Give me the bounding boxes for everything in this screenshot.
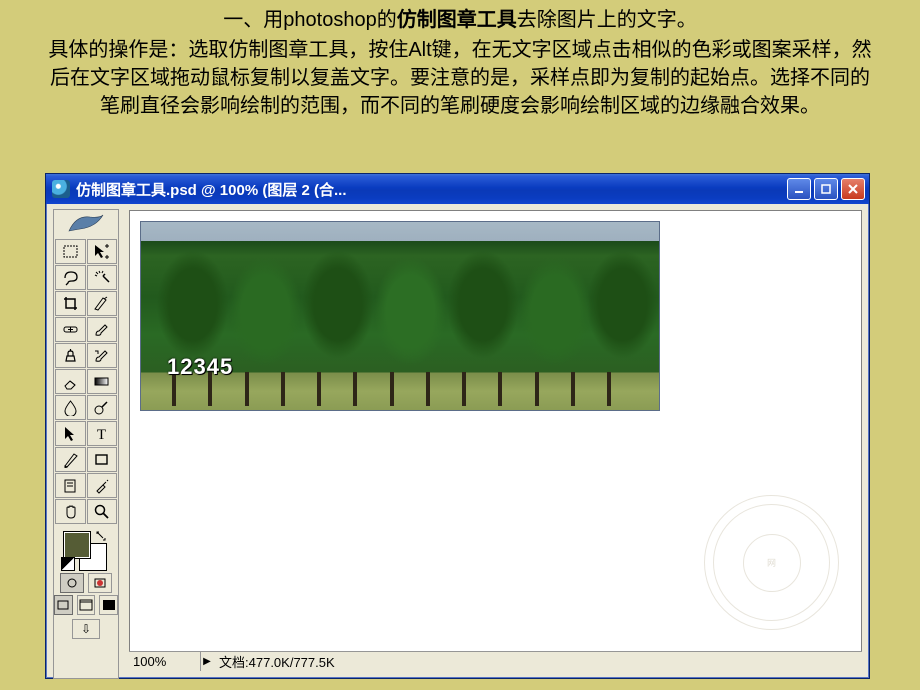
heading-suffix: 去除图片上的文字。: [517, 9, 697, 31]
doc-value: 477.0K/777.5K: [249, 655, 335, 670]
screen-standard-button[interactable]: [54, 595, 73, 615]
tool-slice[interactable]: [87, 291, 118, 316]
jump-to-button[interactable]: ⇩: [72, 619, 100, 639]
foreground-color-swatch[interactable]: [63, 531, 91, 559]
maximize-button[interactable]: [814, 178, 838, 200]
close-button[interactable]: [841, 178, 865, 200]
window-titlebar[interactable]: 仿制图章工具.psd @ 100% (图层 2 (合...: [46, 174, 869, 204]
tool-history-brush[interactable]: [87, 343, 118, 368]
tool-lasso[interactable]: [55, 265, 86, 290]
tool-eyedropper[interactable]: [87, 473, 118, 498]
image-canvas[interactable]: 12345: [140, 221, 660, 411]
tool-shape[interactable]: [87, 447, 118, 472]
doc-label: 文档:: [219, 655, 249, 670]
doc-size-info: 文档:477.0K/777.5K: [213, 652, 335, 671]
article-heading: 一、用photoshop的仿制图章工具去除图片上的文字。: [42, 6, 878, 34]
window-title: 仿制图章工具.psd @ 100% (图层 2 (合...: [76, 179, 347, 200]
tool-brush[interactable]: [87, 317, 118, 342]
tool-pen[interactable]: [55, 447, 86, 472]
default-colors-icon[interactable]: [61, 557, 75, 571]
photoshop-logo-icon: [54, 210, 118, 238]
standard-mode-button[interactable]: [60, 573, 84, 593]
app-icon: [52, 180, 70, 198]
tool-eraser[interactable]: [55, 369, 86, 394]
document-area[interactable]: 12345 网: [129, 210, 862, 671]
zoom-level[interactable]: 100%: [129, 652, 201, 671]
status-bar: 100% ▶ 文档:477.0K/777.5K: [129, 651, 862, 671]
tool-type[interactable]: T: [87, 421, 118, 446]
screen-full-button[interactable]: [99, 595, 118, 615]
heading-bold: 仿制图章工具: [397, 9, 517, 31]
tool-move[interactable]: [87, 239, 118, 264]
tool-hand[interactable]: [55, 499, 86, 524]
status-triangle-icon[interactable]: ▶: [201, 656, 213, 667]
tool-crop[interactable]: [55, 291, 86, 316]
quickmask-mode-button[interactable]: [88, 573, 112, 593]
swap-colors-icon[interactable]: [95, 529, 107, 541]
photoshop-window: 仿制图章工具.psd @ 100% (图层 2 (合... T: [45, 173, 870, 679]
tool-notes[interactable]: [55, 473, 86, 498]
tool-blur[interactable]: [55, 395, 86, 420]
tool-zoom[interactable]: [87, 499, 118, 524]
image-overlay-text: 12345: [167, 354, 233, 380]
article-text: 一、用photoshop的仿制图章工具去除图片上的文字。 具体的操作是：选取仿制…: [0, 0, 920, 120]
minimize-button[interactable]: [787, 178, 811, 200]
tool-gradient[interactable]: [87, 369, 118, 394]
tool-path-select[interactable]: [55, 421, 86, 446]
toolbox-panel: T ⇩: [53, 209, 119, 679]
tool-healing[interactable]: [55, 317, 86, 342]
watermark-center: 网: [743, 534, 801, 592]
tool-clone-stamp[interactable]: [55, 343, 86, 368]
tool-magic-wand[interactable]: [87, 265, 118, 290]
tool-dodge[interactable]: [87, 395, 118, 420]
heading-prefix: 一、用photoshop的: [223, 9, 396, 31]
watermark-stamp: 网: [704, 495, 839, 630]
mask-mode-row: [54, 573, 118, 593]
color-swatches[interactable]: [61, 529, 111, 569]
screen-mode-row: [54, 595, 118, 615]
tool-marquee-rect[interactable]: [55, 239, 86, 264]
screen-fullmenu-button[interactable]: [77, 595, 96, 615]
svg-text:T: T: [97, 427, 106, 442]
article-body: 具体的操作是：选取仿制图章工具，按住Alt键，在无文字区域点击相似的色彩或图案采…: [42, 36, 878, 120]
